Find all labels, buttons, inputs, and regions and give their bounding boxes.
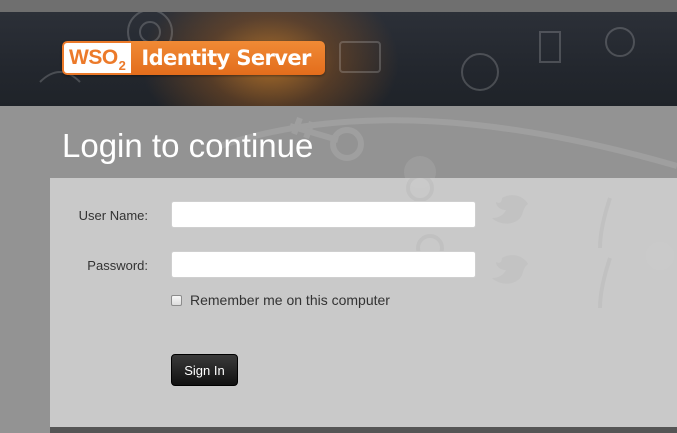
- top-strip: [0, 0, 677, 12]
- logo-wso2-mark: WSO 2: [62, 41, 132, 75]
- header-banner: WSO 2 Identity Server: [0, 12, 677, 106]
- remember-me-label[interactable]: Remember me on this computer: [190, 292, 390, 308]
- sign-in-button[interactable]: Sign In: [171, 354, 238, 386]
- password-label: Password:: [87, 258, 148, 273]
- logo-wso-text: WSO: [69, 46, 118, 69]
- remember-me-row[interactable]: Remember me on this computer: [171, 292, 390, 308]
- logo-sub-text: 2: [118, 57, 126, 73]
- remember-me-checkbox[interactable]: [171, 294, 182, 306]
- panel-bottom-edge: [50, 427, 677, 433]
- logo-product-name: Identity Server: [131, 41, 325, 75]
- password-input[interactable]: [171, 251, 476, 278]
- username-label: User Name:: [78, 208, 148, 223]
- page-title: Login to continue: [62, 127, 314, 164]
- wso2-logo: WSO 2 Identity Server: [62, 41, 325, 75]
- username-input[interactable]: [171, 201, 476, 228]
